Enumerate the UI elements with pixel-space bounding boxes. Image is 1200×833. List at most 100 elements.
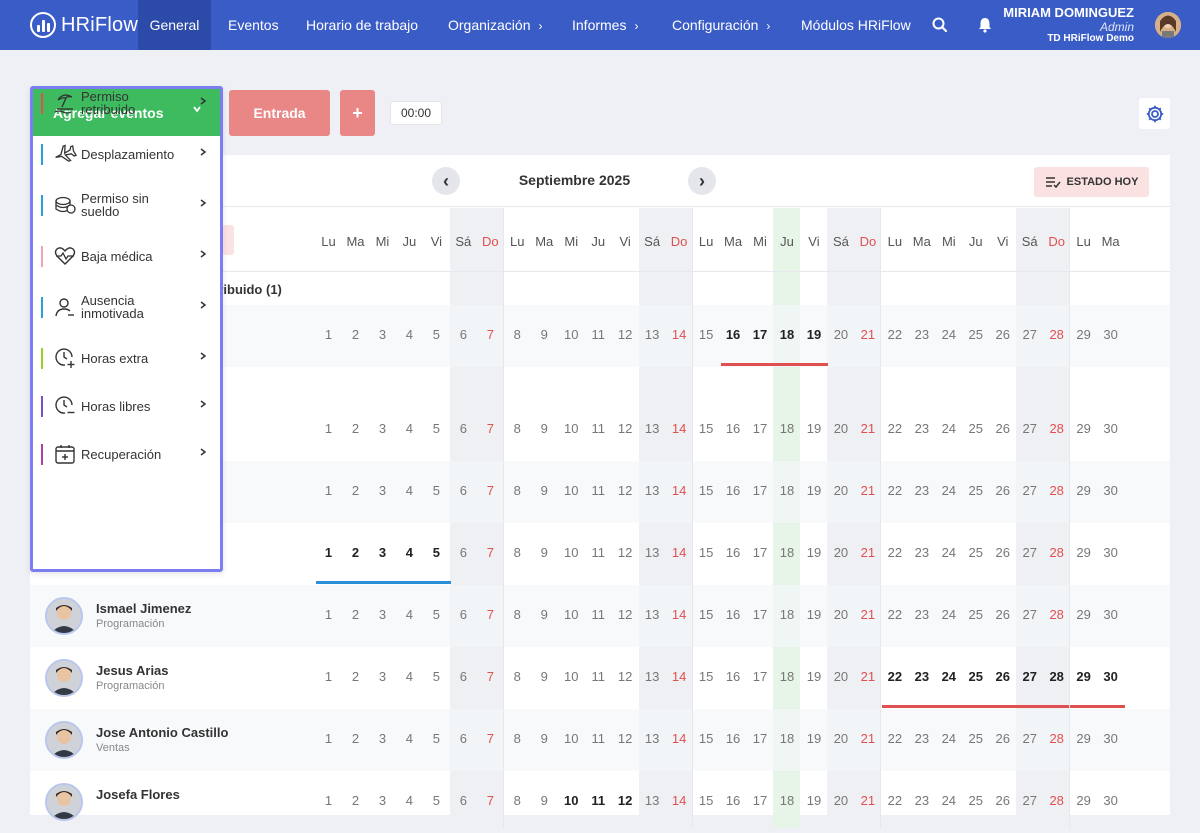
nav-general[interactable]: General xyxy=(138,0,211,50)
day-cell[interactable]: 30 xyxy=(1097,421,1124,436)
day-cell[interactable]: 23 xyxy=(908,483,935,498)
day-cell[interactable]: 23 xyxy=(908,607,935,622)
day-cell[interactable]: 9 xyxy=(531,793,558,808)
day-cell[interactable]: 12 xyxy=(612,421,639,436)
nav-eventos[interactable]: Eventos xyxy=(228,0,279,50)
day-cell[interactable]: 29 xyxy=(1070,483,1097,498)
day-cell[interactable]: 8 xyxy=(504,327,531,342)
day-cell[interactable]: 15 xyxy=(693,327,720,342)
day-cell[interactable]: 2 xyxy=(342,483,369,498)
day-cell[interactable]: 21 xyxy=(854,607,881,622)
day-cell[interactable]: 5 xyxy=(423,421,450,436)
day-cell[interactable]: 18 xyxy=(773,483,800,498)
day-cell[interactable]: 7 xyxy=(477,483,504,498)
nav-horario[interactable]: Horario de trabajo xyxy=(306,0,418,50)
event-bar[interactable] xyxy=(882,705,1126,708)
day-cell[interactable]: 17 xyxy=(747,421,774,436)
day-cell[interactable]: 6 xyxy=(450,421,477,436)
day-cell[interactable]: 6 xyxy=(450,327,477,342)
day-cell[interactable]: 6 xyxy=(450,731,477,746)
day-cell[interactable]: 23 xyxy=(908,421,935,436)
day-cell[interactable]: 17 xyxy=(747,669,774,684)
day-cell[interactable]: 27 xyxy=(1016,421,1043,436)
day-cell[interactable]: 18 xyxy=(773,545,800,560)
dropdown-item[interactable]: Permiso retribuido xyxy=(33,85,220,125)
day-cell[interactable]: 30 xyxy=(1097,669,1124,684)
day-cell[interactable]: 13 xyxy=(639,607,666,622)
day-cell[interactable]: 20 xyxy=(827,327,854,342)
day-cell[interactable]: 22 xyxy=(881,669,908,684)
day-cell[interactable]: 8 xyxy=(504,483,531,498)
table-row[interactable]: Josefa Flores 1 2 3 4 5 6 7 8 9 10 11 12 13 14 15 16 17 18… xyxy=(30,771,1170,833)
day-cell[interactable]: 1 xyxy=(315,607,342,622)
day-cell[interactable]: 30 xyxy=(1097,793,1124,808)
day-cell[interactable]: 8 xyxy=(504,731,531,746)
dropdown-item[interactable]: Horas libres xyxy=(33,388,220,428)
day-cell[interactable]: 28 xyxy=(1043,607,1070,622)
day-cell[interactable]: 10 xyxy=(558,731,585,746)
day-cell[interactable]: 26 xyxy=(989,607,1016,622)
day-cell[interactable]: 22 xyxy=(881,483,908,498)
day-cell[interactable]: 11 xyxy=(585,327,612,342)
day-cell[interactable]: 26 xyxy=(989,545,1016,560)
day-cell[interactable]: 11 xyxy=(585,483,612,498)
dropdown-item[interactable]: Horas extra xyxy=(33,340,220,380)
day-cell[interactable]: 5 xyxy=(423,483,450,498)
day-cell[interactable]: 5 xyxy=(423,327,450,342)
day-cell[interactable]: 1 xyxy=(315,669,342,684)
day-cell[interactable]: 13 xyxy=(639,793,666,808)
day-cell[interactable]: 18 xyxy=(773,793,800,808)
day-cell[interactable]: 9 xyxy=(531,421,558,436)
day-cell[interactable]: 21 xyxy=(854,327,881,342)
day-cell[interactable]: 14 xyxy=(666,607,693,622)
day-cell[interactable]: 15 xyxy=(693,731,720,746)
day-cell[interactable]: 26 xyxy=(989,731,1016,746)
day-cell[interactable]: 19 xyxy=(800,607,827,622)
day-cell[interactable]: 9 xyxy=(531,545,558,560)
day-cell[interactable]: 7 xyxy=(477,669,504,684)
day-cell[interactable]: 29 xyxy=(1070,327,1097,342)
day-cell[interactable]: 1 xyxy=(315,793,342,808)
day-cell[interactable]: 3 xyxy=(369,793,396,808)
day-cell[interactable]: 15 xyxy=(693,669,720,684)
day-cell[interactable]: 5 xyxy=(423,793,450,808)
day-cell[interactable]: 26 xyxy=(989,793,1016,808)
nav-configuracion[interactable]: Configuración › xyxy=(672,0,770,50)
day-cell[interactable]: 24 xyxy=(935,421,962,436)
day-cell[interactable]: 19 xyxy=(800,731,827,746)
day-cell[interactable]: 9 xyxy=(531,327,558,342)
day-cell[interactable]: 22 xyxy=(881,545,908,560)
day-cell[interactable]: 27 xyxy=(1016,669,1043,684)
day-cell[interactable]: 17 xyxy=(747,545,774,560)
prev-month-button[interactable]: ‹ xyxy=(432,167,460,195)
day-cell[interactable]: 22 xyxy=(881,607,908,622)
day-cell[interactable]: 26 xyxy=(989,327,1016,342)
day-cell[interactable]: 2 xyxy=(342,607,369,622)
day-cell[interactable]: 25 xyxy=(962,793,989,808)
day-cell[interactable]: 17 xyxy=(747,327,774,342)
day-cell[interactable]: 10 xyxy=(558,421,585,436)
day-cell[interactable]: 8 xyxy=(504,545,531,560)
day-cell[interactable]: 10 xyxy=(558,607,585,622)
day-cell[interactable]: 20 xyxy=(827,483,854,498)
day-cell[interactable]: 16 xyxy=(720,421,747,436)
day-cell[interactable]: 6 xyxy=(450,545,477,560)
day-cell[interactable]: 4 xyxy=(396,607,423,622)
day-cell[interactable]: 1 xyxy=(315,421,342,436)
day-cell[interactable]: 12 xyxy=(612,545,639,560)
day-cell[interactable]: 28 xyxy=(1043,421,1070,436)
day-cell[interactable]: 18 xyxy=(773,669,800,684)
day-cell[interactable]: 7 xyxy=(477,545,504,560)
day-cell[interactable]: 28 xyxy=(1043,483,1070,498)
app-logo[interactable]: HRiFlow xyxy=(30,12,138,38)
day-cell[interactable]: 12 xyxy=(612,483,639,498)
day-cell[interactable]: 8 xyxy=(504,793,531,808)
day-cell[interactable]: 22 xyxy=(881,421,908,436)
day-cell[interactable]: 15 xyxy=(693,545,720,560)
day-cell[interactable]: 9 xyxy=(531,483,558,498)
day-cell[interactable]: 12 xyxy=(612,327,639,342)
day-cell[interactable]: 4 xyxy=(396,483,423,498)
day-cell[interactable]: 4 xyxy=(396,421,423,436)
day-cell[interactable]: 21 xyxy=(854,421,881,436)
event-bar[interactable] xyxy=(720,363,829,366)
